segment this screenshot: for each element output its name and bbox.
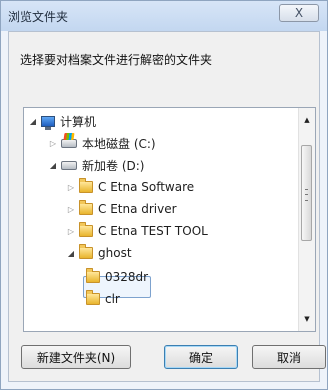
tree-item-label: 0328dr <box>105 270 149 284</box>
folder-icon <box>86 268 100 283</box>
folder-icon <box>79 244 93 259</box>
tree-item-c-etna-driver[interactable]: ▷ C Etna driver <box>66 198 315 220</box>
collapsed-arrow-icon[interactable]: ▷ <box>66 182 76 192</box>
computer-icon <box>41 115 55 130</box>
collapsed-arrow-icon[interactable]: ▷ <box>66 226 76 236</box>
folder-icon <box>79 178 93 193</box>
title-bar: 浏览文件夹 X <box>1 1 327 31</box>
folder-icon <box>79 222 93 237</box>
tree-item-label: C Etna Software <box>98 180 195 194</box>
cancel-button[interactable]: 取消 <box>252 345 326 369</box>
ok-button[interactable]: 确定 <box>164 345 238 369</box>
drive-c-icon <box>61 138 77 148</box>
tree-item-label: 本地磁盘 (C:) <box>82 136 156 151</box>
tree-item-label: C Etna TEST TOOL <box>98 224 208 238</box>
tree-item-computer[interactable]: ◢ 计算机 <box>28 110 303 132</box>
folder-tree[interactable]: ◢ 计算机 ▷ 本地磁盘 (C:) ◢ 新加卷 (D:) ▷ C Etna So… <box>23 107 316 332</box>
tree-item-ghost[interactable]: ◢ ghost <box>66 242 315 264</box>
tree-item-clr[interactable]: clr <box>86 288 315 310</box>
browse-folder-dialog: 浏览文件夹 X 选择要对档案文件进行解密的文件夹 ◢ 计算机 ▷ 本地磁盘 (C… <box>0 0 328 390</box>
tree-item-label: 计算机 <box>60 114 97 129</box>
prompt-text: 选择要对档案文件进行解密的文件夹 <box>20 53 213 67</box>
close-button[interactable]: X <box>279 4 319 22</box>
tree-item-label: 新加卷 (D:) <box>82 158 145 173</box>
tree-item-label: C Etna driver <box>98 202 177 216</box>
tree-item-new-volume-d[interactable]: ◢ 新加卷 (D:) <box>48 154 315 176</box>
new-folder-button[interactable]: 新建文件夹(N) <box>21 345 131 369</box>
tree-item-label: clr <box>105 292 120 306</box>
tree-item-0328dr[interactable]: 0328dr <box>86 266 315 288</box>
scroll-down-arrow-icon[interactable]: ▼ <box>299 311 315 327</box>
tree-item-c-etna-test-tool[interactable]: ▷ C Etna TEST TOOL <box>66 220 315 242</box>
drive-d-icon <box>61 160 77 170</box>
vertical-scrollbar[interactable]: ▲ ▼ <box>298 108 315 331</box>
scroll-thumb[interactable] <box>301 145 312 241</box>
collapsed-arrow-icon[interactable]: ▷ <box>66 204 76 214</box>
dialog-title: 浏览文件夹 <box>8 10 69 24</box>
close-icon: X <box>294 6 304 20</box>
tree-item-c-etna-software[interactable]: ▷ C Etna Software <box>66 176 315 198</box>
scroll-up-arrow-icon[interactable]: ▲ <box>299 112 315 128</box>
tree-item-label: ghost <box>98 246 132 260</box>
expanded-arrow-icon[interactable]: ◢ <box>48 160 58 170</box>
scroll-grip-icon <box>305 189 308 201</box>
collapsed-arrow-icon[interactable]: ▷ <box>48 138 58 148</box>
expanded-arrow-icon[interactable]: ◢ <box>66 248 76 258</box>
folder-icon <box>79 200 93 215</box>
expanded-arrow-icon[interactable]: ◢ <box>28 116 38 126</box>
folder-icon <box>86 290 100 305</box>
tree-item-local-disk-c[interactable]: ▷ 本地磁盘 (C:) <box>48 132 315 154</box>
